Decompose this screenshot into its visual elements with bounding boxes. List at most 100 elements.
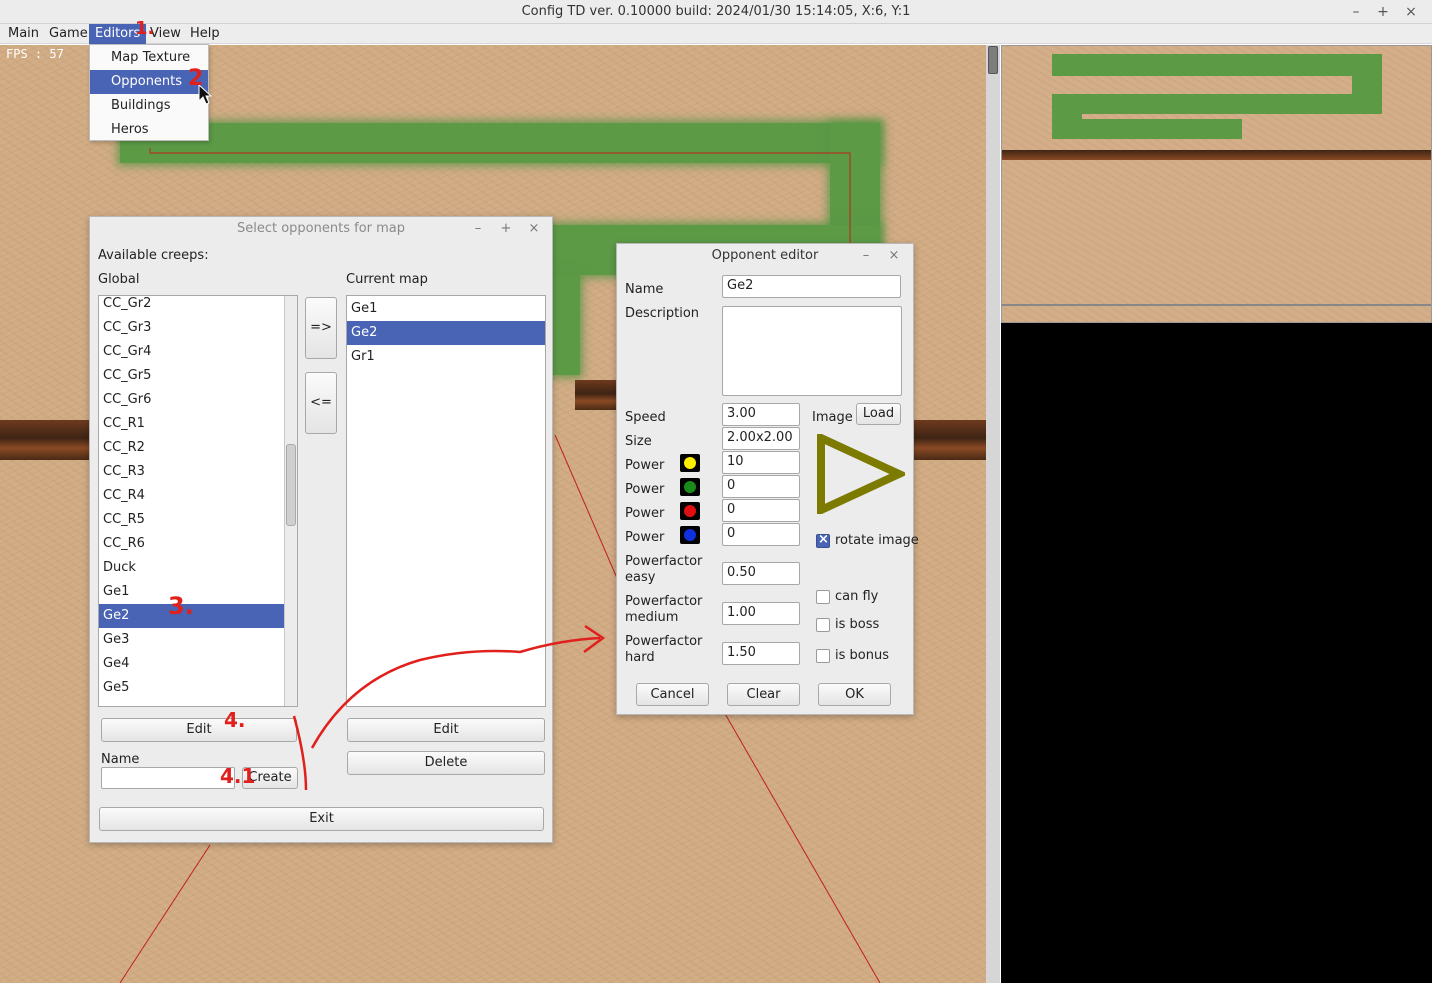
opponent-editor-dialog: Opponent editor – × Name Ge2 Description… — [616, 243, 919, 715]
annotation-step-2: 2 — [188, 66, 204, 91]
new-opponent-name-input[interactable] — [101, 767, 235, 789]
list-item[interactable]: Ge3 — [99, 628, 297, 652]
minimap[interactable] — [1001, 45, 1432, 323]
maximize-button[interactable]: + — [1373, 0, 1393, 24]
list-item[interactable]: CC_Gr5 — [99, 364, 297, 388]
powerfactor-hard-input[interactable]: 1.50 — [722, 642, 800, 665]
select-dialog-maximize[interactable]: + — [497, 217, 515, 241]
power-label: Power — [625, 506, 665, 521]
power-label: Power — [625, 482, 665, 497]
list-item[interactable]: Ge4 — [99, 652, 297, 676]
add-to-map-button[interactable]: => — [305, 297, 337, 359]
menu-help[interactable]: Help — [184, 24, 226, 44]
list-item[interactable]: CC_R3 — [99, 460, 297, 484]
can-fly-checkbox[interactable] — [816, 590, 830, 604]
exit-button[interactable]: Exit — [99, 807, 544, 831]
list-item[interactable]: CC_Gr6 — [99, 388, 297, 412]
power-yellow-input[interactable]: 10 — [722, 451, 800, 474]
power-color-yellow[interactable] — [680, 454, 700, 472]
list-item[interactable]: CC_R6 — [99, 532, 297, 556]
is-boss-checkbox[interactable] — [816, 618, 830, 632]
editors-dropdown-menu: Map Texture Opponents Buildings Heros — [89, 44, 209, 141]
power-label: Power — [625, 458, 665, 473]
window-titlebar: Config TD ver. 0.10000 build: 2024/01/30… — [0, 0, 1432, 24]
rotate-image-checkbox[interactable] — [816, 532, 830, 548]
powerfactor-easy-input[interactable]: 0.50 — [722, 562, 800, 585]
opponent-name-input[interactable]: Ge2 — [722, 275, 901, 298]
list-item[interactable]: Ge1 — [99, 580, 297, 604]
pf-easy-label: Powerfactor — [625, 554, 703, 569]
splitter-handle[interactable] — [988, 46, 998, 74]
name-label: Name — [101, 752, 140, 767]
list-item[interactable]: CC_R2 — [99, 436, 297, 460]
select-dialog-minimize[interactable]: – — [469, 217, 487, 241]
list-item-selected[interactable]: Ge2 — [347, 321, 545, 345]
size-input[interactable]: 2.00x2.00 — [722, 427, 800, 450]
minimap-grass — [1052, 54, 1382, 76]
edit-current-button[interactable]: Edit — [347, 718, 545, 742]
select-dialog-close[interactable]: × — [525, 217, 543, 241]
list-item[interactable]: Ge1 — [347, 297, 545, 321]
menu-item-heros[interactable]: Heros — [90, 118, 208, 142]
annotation-step-4: 4. — [224, 708, 246, 732]
red-dot-icon — [684, 505, 696, 517]
power-red-input[interactable]: 0 — [722, 499, 800, 522]
edit-global-button[interactable]: Edit — [101, 718, 297, 742]
pf-medium-label-2: medium — [625, 610, 679, 625]
annotation-step-4-1: 4.1 — [220, 764, 256, 788]
minimize-button[interactable]: – — [1346, 0, 1366, 24]
clear-button[interactable]: Clear — [727, 683, 800, 706]
list-item[interactable]: CC_Gr3 — [99, 316, 297, 340]
list-item[interactable]: CC_Gr2 — [99, 296, 297, 316]
image-label: Image — [812, 410, 853, 425]
current-map-list[interactable]: Ge1 Ge2 Gr1 — [346, 295, 546, 707]
minimap-empty-area — [1001, 323, 1432, 983]
list-item-selected[interactable]: Ge2 — [99, 604, 297, 628]
list-item[interactable]: Ge5 — [99, 676, 297, 700]
close-button[interactable]: × — [1401, 0, 1421, 24]
power-green-input[interactable]: 0 — [722, 475, 800, 498]
opponent-editor-minimize[interactable]: – — [857, 244, 875, 268]
list-item[interactable]: CC_R1 — [99, 412, 297, 436]
rotate-image-label: rotate image — [835, 533, 919, 548]
menu-main[interactable]: Main — [2, 24, 45, 44]
is-bonus-checkbox[interactable] — [816, 649, 830, 663]
pf-easy-label-2: easy — [625, 570, 656, 585]
global-list-scroll-thumb[interactable] — [286, 444, 296, 526]
list-item[interactable]: Gr1 — [347, 345, 545, 369]
powerfactor-medium-input[interactable]: 1.00 — [722, 602, 800, 625]
power-color-green[interactable] — [680, 478, 700, 496]
available-creeps-label: Available creeps: — [98, 248, 209, 263]
list-item[interactable]: Duck — [99, 556, 297, 580]
yellow-dot-icon — [684, 457, 696, 469]
power-color-red[interactable] — [680, 502, 700, 520]
load-image-button[interactable]: Load — [856, 403, 901, 425]
menu-item-buildings[interactable]: Buildings — [90, 94, 208, 118]
speed-input[interactable]: 3.00 — [722, 403, 800, 426]
description-textarea[interactable] — [722, 306, 902, 396]
splitter[interactable] — [986, 45, 1000, 983]
speed-label: Speed — [625, 410, 666, 425]
menu-game[interactable]: Game — [43, 24, 94, 44]
ok-button[interactable]: OK — [818, 683, 891, 706]
annotation-step-3: 3. — [168, 592, 194, 620]
list-item[interactable]: CC_Gr4 — [99, 340, 297, 364]
menubar: Main Game Editors View Help — [0, 24, 1432, 44]
power-color-blue[interactable] — [680, 526, 700, 544]
current-map-label: Current map — [346, 272, 428, 287]
opponent-editor-close[interactable]: × — [885, 244, 903, 268]
power-blue-input[interactable]: 0 — [722, 523, 800, 546]
power-label: Power — [625, 530, 665, 545]
list-item[interactable]: CC_R4 — [99, 484, 297, 508]
minimap-grass — [1052, 94, 1382, 114]
pf-hard-label: Powerfactor — [625, 634, 703, 649]
cancel-button[interactable]: Cancel — [636, 683, 709, 706]
remove-from-map-button[interactable]: <= — [305, 372, 337, 434]
description-label: Description — [625, 306, 700, 321]
delete-button[interactable]: Delete — [347, 751, 545, 775]
global-label: Global — [98, 272, 140, 287]
global-creeps-list[interactable]: CC_Gr2 CC_Gr3 CC_Gr4 CC_Gr5 CC_Gr6 CC_R1… — [98, 295, 298, 707]
green-dot-icon — [684, 481, 696, 493]
can-fly-label: can fly — [835, 589, 879, 604]
list-item[interactable]: CC_R5 — [99, 508, 297, 532]
